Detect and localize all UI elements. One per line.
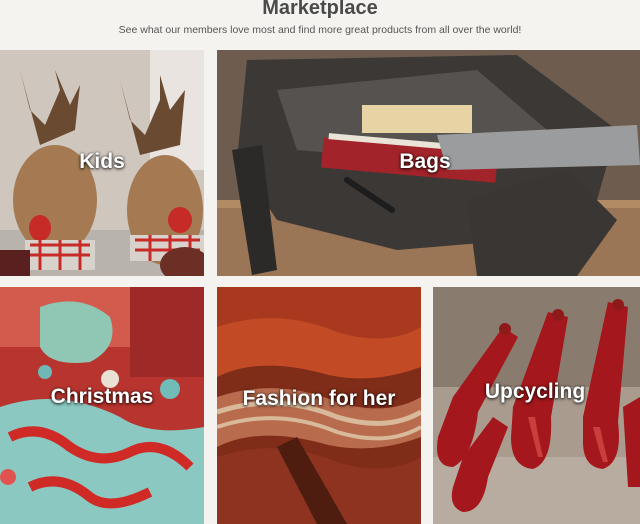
category-tile-upcycling[interactable]: Upcycling xyxy=(433,287,640,524)
category-label-bags: Bags xyxy=(399,150,451,173)
marketplace-header: Marketplace See what our members love mo… xyxy=(0,0,640,50)
category-label-christmas: Christmas xyxy=(50,385,154,408)
upcycling-image xyxy=(433,287,640,524)
category-tile-christmas[interactable]: Christmas xyxy=(0,287,204,524)
page-subtitle: See what our members love most and find … xyxy=(118,24,522,36)
category-label-upcycling: Upcycling xyxy=(484,380,586,403)
page-title: Marketplace xyxy=(262,0,378,19)
category-tile-bags[interactable]: Bags xyxy=(217,50,640,276)
category-tile-fashion-for-her[interactable]: Fashion for her xyxy=(217,287,421,524)
category-label-kids: Kids xyxy=(79,150,125,173)
category-tile-kids[interactable]: Kids xyxy=(0,50,204,276)
category-label-fashion-for-her: Fashion for her xyxy=(242,387,396,410)
